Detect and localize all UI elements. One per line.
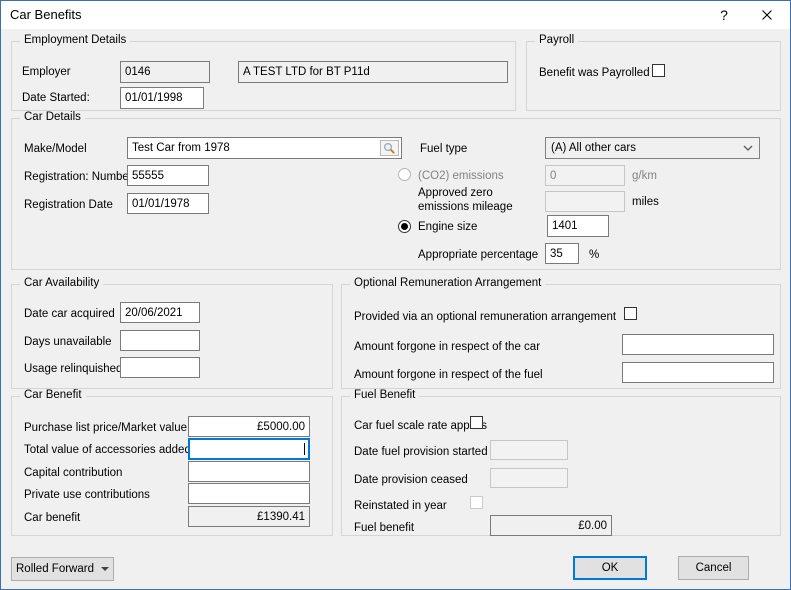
percent-unit-label: % — [589, 249, 600, 261]
dialog-title: Car Benefits — [10, 7, 82, 22]
employer-code-field — [120, 61, 210, 83]
car-benefits-dialog: Car Benefits ? Employment Details Employ… — [0, 0, 791, 590]
car-details-title: Car Details — [20, 111, 85, 123]
optional-remuneration-group: Optional Remuneration Arrangement Provid… — [341, 277, 781, 389]
approved-zero-mileage-field — [545, 191, 625, 212]
engine-size-field[interactable] — [547, 215, 609, 237]
accessories-field[interactable] — [188, 438, 310, 460]
accessories-label: Total value of accessories added — [24, 444, 191, 456]
provided-via-arrangement-label: Provided via an optional remuneration ar… — [354, 311, 617, 323]
car-benefit-field — [188, 506, 310, 527]
capital-contribution-field[interactable] — [188, 461, 310, 482]
make-model-lookup-button[interactable] — [380, 140, 399, 156]
appropriate-percentage-label: Appropriate percentage — [418, 249, 539, 261]
purchase-price-label: Purchase list price/Market value — [24, 422, 187, 434]
date-started-label: Date Started: — [22, 92, 90, 104]
ok-label: OK — [601, 562, 619, 574]
benefit-was-payrolled-label: Benefit was Payrolled — [539, 67, 650, 79]
provided-via-arrangement-checkbox[interactable] — [624, 307, 637, 320]
benefit-was-payrolled-checkbox[interactable] — [652, 64, 665, 77]
registration-number-label: Registration: Number — [24, 171, 133, 183]
amount-forgone-car-label: Amount forgone in respect of the car — [354, 341, 541, 353]
co2-emissions-field — [545, 165, 625, 186]
date-ceased-label: Date provision ceased — [354, 474, 468, 486]
scale-rate-checkbox[interactable] — [470, 416, 483, 429]
cancel-button[interactable]: Cancel — [678, 556, 749, 580]
registration-date-field[interactable] — [127, 193, 209, 214]
make-model-label: Make/Model — [24, 143, 87, 155]
make-model-field[interactable]: Test Car from 1978 — [127, 137, 402, 159]
fuel-benefit-title: Fuel Benefit — [350, 389, 420, 401]
payroll-group: Payroll Benefit was Payrolled — [526, 34, 781, 111]
scale-rate-label: Car fuel scale rate applies — [354, 420, 487, 432]
date-car-acquired-label: Date car acquired — [24, 308, 115, 320]
close-icon — [762, 10, 772, 20]
make-model-value: Test Car from 1978 — [132, 142, 230, 154]
car-benefit-group: Car Benefit Purchase list price/Market v… — [11, 389, 333, 536]
car-benefit-title: Car Benefit — [20, 389, 86, 401]
engine-size-radio[interactable] — [398, 220, 411, 233]
help-button[interactable]: ? — [707, 1, 741, 29]
ok-button[interactable]: OK — [573, 556, 647, 580]
date-car-acquired-field[interactable] — [120, 302, 200, 323]
close-button[interactable] — [747, 1, 787, 29]
co2-emissions-label: (CO2) emissions — [418, 170, 504, 182]
amount-forgone-car-field[interactable] — [622, 334, 774, 355]
help-icon: ? — [720, 7, 728, 23]
car-availability-group: Car Availability Date car acquired Days … — [11, 277, 333, 389]
fuel-benefit-label: Fuel benefit — [354, 522, 415, 534]
registration-date-label: Registration Date — [24, 199, 113, 211]
fuel-type-label: Fuel type — [420, 143, 468, 155]
mileage-unit-label: miles — [632, 196, 659, 208]
text-caret — [304, 443, 305, 455]
days-unavailable-field[interactable] — [120, 330, 200, 351]
amount-forgone-fuel-field[interactable] — [622, 362, 774, 383]
reinstated-checkbox — [470, 496, 483, 509]
days-unavailable-label: Days unavailable — [24, 336, 112, 348]
private-use-field[interactable] — [188, 483, 310, 504]
chevron-down-icon — [743, 145, 753, 151]
rolled-forward-label: Rolled Forward — [16, 563, 94, 575]
fuel-benefit-group: Fuel Benefit Car fuel scale rate applies… — [341, 389, 781, 536]
fuel-type-value: (A) All other cars — [551, 142, 636, 154]
purchase-price-field[interactable] — [188, 416, 310, 437]
car-benefit-label: Car benefit — [24, 512, 81, 524]
appropriate-percentage-field[interactable] — [545, 243, 579, 264]
date-fuel-started-field — [490, 440, 568, 460]
reinstated-label: Reinstated in year — [354, 500, 447, 512]
usage-relinquished-field[interactable] — [120, 357, 200, 378]
car-details-group: Car Details Make/Model Test Car from 197… — [11, 111, 781, 270]
usage-relinquished-label: Usage relinquished — [24, 363, 123, 375]
fuel-type-dropdown[interactable]: (A) All other cars — [545, 137, 760, 159]
employer-name-field — [238, 61, 508, 83]
cancel-label: Cancel — [695, 562, 732, 574]
magnifier-icon — [383, 142, 395, 154]
approved-zero-label-line2: emissions mileage — [418, 201, 513, 213]
payroll-title: Payroll — [535, 34, 579, 46]
registration-number-field[interactable] — [127, 165, 209, 186]
engine-size-label: Engine size — [418, 221, 478, 233]
date-ceased-field — [490, 468, 568, 488]
co2-emissions-radio — [398, 168, 411, 181]
employment-details-title: Employment Details — [20, 34, 131, 46]
date-started-field[interactable] — [120, 87, 204, 109]
employment-details-group: Employment Details Employer Date Started… — [11, 34, 516, 111]
date-fuel-started-label: Date fuel provision started — [354, 446, 488, 458]
approved-zero-label-line1: Approved zero — [418, 187, 493, 199]
car-availability-title: Car Availability — [20, 277, 104, 289]
fuel-benefit-field — [490, 515, 612, 536]
rolled-forward-button[interactable]: Rolled Forward — [11, 557, 114, 581]
private-use-label: Private use contributions — [24, 489, 150, 501]
title-bar: Car Benefits ? — [1, 1, 790, 29]
optional-remuneration-title: Optional Remuneration Arrangement — [350, 277, 546, 289]
amount-forgone-fuel-label: Amount forgone in respect of the fuel — [354, 369, 543, 381]
employer-label: Employer — [22, 66, 71, 78]
caret-down-icon — [100, 567, 109, 571]
capital-contribution-label: Capital contribution — [24, 467, 123, 479]
co2-unit-label: g/km — [632, 170, 657, 182]
